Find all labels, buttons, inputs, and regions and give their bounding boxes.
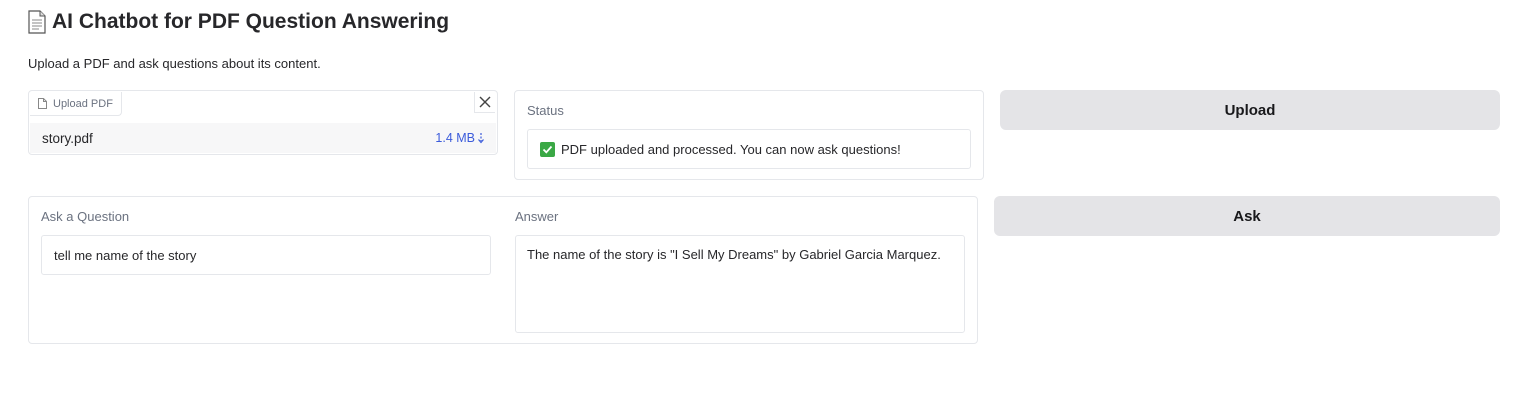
status-label: Status: [527, 103, 564, 118]
upload-pdf-tab: Upload PDF: [30, 92, 122, 116]
page-title-container: AI Chatbot for PDF Question Answering: [28, 8, 449, 36]
document-icon: [28, 10, 46, 34]
answer-output: The name of the story is "I Sell My Drea…: [515, 235, 965, 333]
question-label: Ask a Question: [41, 209, 130, 224]
file-name: story.pdf: [42, 130, 93, 146]
download-icon: [478, 133, 484, 144]
page-subtitle: Upload a PDF and ask questions about its…: [28, 56, 321, 71]
close-icon: [479, 96, 491, 108]
file-icon: [38, 98, 47, 109]
page-title: AI Chatbot for PDF Question Answering: [52, 10, 450, 33]
check-mark-icon: [540, 141, 555, 157]
ask-button[interactable]: Ask: [994, 196, 1500, 236]
file-size: 1.4 MB: [435, 131, 475, 145]
upload-button[interactable]: Upload: [1000, 90, 1500, 130]
qa-panel: Ask a Question tell me name of the story…: [28, 196, 978, 344]
pdf-upload-area[interactable]: Upload PDF story.pdf 1.4 MB: [28, 90, 498, 155]
answer-label: Answer: [515, 209, 559, 224]
status-message: PDF uploaded and processed. You can now …: [561, 141, 901, 157]
file-download-link[interactable]: 1.4 MB: [435, 131, 485, 145]
status-field: PDF uploaded and processed. You can now …: [527, 129, 971, 169]
question-input[interactable]: tell me name of the story: [41, 235, 491, 275]
remove-file-button[interactable]: [474, 92, 495, 113]
uploaded-file-row: story.pdf 1.4 MB: [30, 123, 496, 153]
upload-pdf-label: Upload PDF: [53, 97, 113, 110]
status-panel: Status PDF uploaded and processed. You c…: [514, 90, 984, 180]
